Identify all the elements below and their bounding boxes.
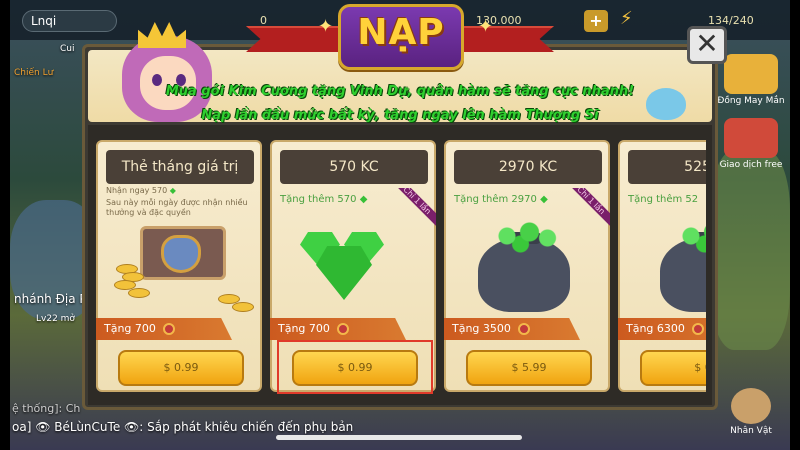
limit-badge: Chỉ 1 lần (392, 188, 436, 232)
vip-card-icon (140, 226, 226, 280)
left-label-2[interactable]: Chiến Lư (14, 68, 53, 78)
tang-label: Tặng 700 (104, 322, 156, 335)
buy-button[interactable]: $ 5.99 (466, 350, 592, 386)
add-currency-button[interactable]: + (584, 10, 608, 32)
character-avatar-icon (731, 388, 771, 424)
lucky-coin-label: Đồng May Mắn (717, 96, 785, 106)
selection-highlight (277, 340, 433, 394)
chat-message-line: oa] 👁 BéLùnCuTe 👁: Sắp phát khiêu chiến … (12, 420, 354, 434)
package-header: Thẻ tháng giá trị (106, 150, 254, 184)
limit-badge-text: Chỉ 1 lần (392, 188, 436, 228)
promo-line-2: Nạp lần đầu mức bất kỳ, tăng ngay lên hà… (201, 108, 599, 123)
medal-icon (692, 323, 705, 335)
package-description: Sau này mỗi ngày được nhận nhiều thưởng … (106, 198, 248, 217)
left-label-1: Cui (60, 44, 75, 54)
package-bonus: Nhận ngay 570 ◆ (106, 186, 176, 195)
gem-pile (480, 216, 570, 256)
free-trade-button[interactable]: Giao dịch free (716, 118, 786, 170)
close-button[interactable]: ✕ (687, 26, 727, 64)
package-card-monthly[interactable]: Thẻ tháng giá trị Nhận ngay 570 ◆ Sau nà… (96, 140, 262, 392)
package-header: 570 KC (280, 150, 428, 184)
medal-icon (518, 323, 531, 335)
tang-bar: Tặng 3500 (444, 318, 580, 340)
gem-shard (316, 246, 372, 300)
mascot-face (140, 56, 196, 110)
player-name[interactable]: Lnqi (22, 10, 117, 32)
tang-label: Tặng 700 (278, 322, 330, 335)
promo-line-1: Mua gói Kim Cương tặng Vinh Dự, quân hàm… (165, 84, 635, 99)
gem-icon: ◆ (169, 186, 176, 195)
package-card-2970[interactable]: 2970 KC Tặng thêm 2970 ◆ Chỉ 1 lần Tặng … (444, 140, 610, 392)
gem-icon: ◆ (359, 194, 368, 205)
package-bonus-text: Nhận ngay 570 (106, 186, 168, 195)
package-bonus: Tặng thêm 2970 ◆ (454, 194, 548, 205)
gem-icon: ◆ (540, 194, 548, 205)
close-icon: ✕ (695, 27, 719, 60)
package-header: 5250 (628, 150, 706, 184)
vip-shield (161, 235, 201, 273)
level-label: Lv22 mở (36, 314, 75, 324)
crown-icon (138, 22, 186, 48)
star-icon: ✦ (478, 16, 494, 37)
limit-badge-text: Chỉ 1 lần (566, 188, 610, 228)
coin-icon (128, 288, 150, 298)
free-trade-label: Giao dịch free (719, 160, 783, 170)
coin-icon (232, 302, 254, 312)
tang-label: Tặng 6300 (626, 322, 685, 335)
modal-title: NẠP (357, 12, 445, 53)
scene-terrain-right (710, 150, 790, 350)
package-bonus: Tặng thêm 52 (628, 194, 698, 205)
character-button[interactable]: Nhân Vật (716, 388, 786, 436)
character-label: Nhân Vật (730, 426, 772, 436)
medal-icon (163, 323, 176, 335)
lucky-coin-button[interactable]: Đồng May Mắn (716, 54, 786, 106)
chat-system-line: ệ thống]: Ch (12, 402, 81, 415)
coin-icon (724, 54, 778, 94)
medal-icon (337, 323, 350, 335)
energy-icon: ⚡ (620, 8, 633, 29)
tang-bar: Tặng 6300 (618, 318, 706, 340)
tang-bar: Tặng 700 (270, 318, 406, 340)
tang-label: Tặng 3500 (452, 322, 511, 335)
buy-button[interactable]: $ 0.99 (118, 350, 244, 386)
package-header: 2970 KC (454, 150, 602, 184)
package-bonus: Tặng thêm 570 ◆ (280, 194, 367, 205)
home-indicator[interactable] (276, 435, 522, 440)
star-icon: ✦ (318, 16, 334, 37)
package-card-5250[interactable]: 5250 Tặng thêm 52 Tặng 6300 $ 0 (618, 140, 706, 392)
tang-bar: Tặng 700 (96, 318, 232, 340)
buy-button[interactable]: $ 0 (640, 350, 706, 386)
package-bonus-text: Tặng thêm 570 (280, 194, 357, 205)
package-bonus-text: Tặng thêm 52 (628, 194, 699, 205)
package-bonus-text: Tặng thêm 2970 (454, 194, 537, 205)
limit-badge: Chỉ 1 lần (566, 188, 610, 232)
free-icon (724, 118, 778, 158)
gem-pile (664, 216, 706, 256)
diamond-icon (300, 222, 386, 300)
package-list[interactable]: Thẻ tháng giá trị Nhận ngay 570 ◆ Sau nà… (96, 140, 706, 400)
